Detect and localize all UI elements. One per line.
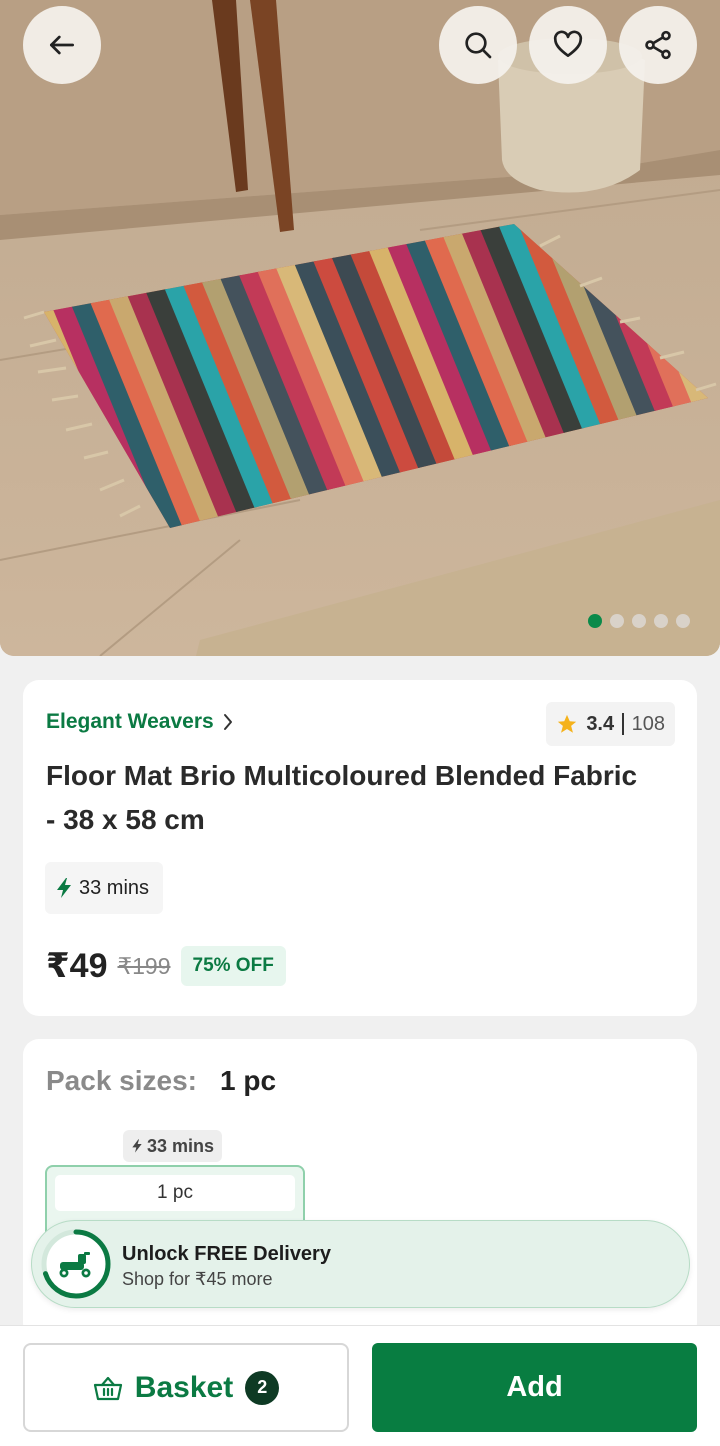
search-icon: [465, 32, 492, 59]
selling-price: ₹49: [46, 947, 108, 985]
basket-label: Basket: [134, 1370, 234, 1404]
price-row: ₹49 ₹199 75% OFF: [46, 946, 286, 986]
rating-count: 108: [631, 712, 665, 735]
pack-option-eta-text: 33 mins: [147, 1135, 215, 1156]
heart-icon: [553, 30, 583, 57]
delivery-eta-text: 33 mins: [79, 876, 150, 899]
wishlist-button[interactable]: [529, 6, 607, 84]
lightning-icon: [132, 1139, 142, 1153]
mrp-price: ₹199: [117, 952, 171, 979]
pack-option-size: 1 pc: [55, 1175, 295, 1211]
share-button[interactable]: [619, 6, 697, 84]
basket-icon: [93, 1376, 122, 1400]
free-delivery-banner[interactable]: Unlock FREE Delivery Shop for ₹45 more: [31, 1220, 690, 1308]
brand-name: Elegant Weavers: [46, 710, 214, 733]
share-icon: [645, 30, 671, 60]
discount-badge: 75% OFF: [180, 946, 286, 986]
rating-score: 3.4: [586, 712, 615, 735]
delivery-progress-ring: [41, 1229, 111, 1299]
free-delivery-title: Unlock FREE Delivery: [122, 1243, 331, 1265]
pack-sizes-selected: 1 pc: [220, 1065, 277, 1096]
rating-divider: [622, 713, 624, 735]
basket-button[interactable]: Basket 2: [23, 1343, 349, 1432]
basket-count-badge: 2: [245, 1370, 280, 1405]
lightning-icon: [57, 878, 71, 898]
gallery-dot[interactable]: [654, 614, 668, 628]
product-image: [0, 0, 720, 656]
arrow-left-icon: [50, 35, 74, 55]
product-title: Floor Mat Brio Multicoloured Blended Fab…: [46, 760, 638, 835]
gallery-dot[interactable]: [632, 614, 646, 628]
star-icon: [558, 714, 577, 733]
delivery-eta-chip: 33 mins: [45, 862, 164, 914]
search-button[interactable]: [439, 6, 517, 84]
pack-sizes-label: Pack sizes:: [46, 1065, 197, 1096]
add-to-basket-button[interactable]: Add: [372, 1343, 697, 1432]
back-button[interactable]: [23, 6, 101, 84]
gallery-dot[interactable]: [676, 614, 690, 628]
chevron-right-icon: [223, 714, 232, 730]
gallery-dot[interactable]: [588, 614, 602, 628]
rating-badge[interactable]: 3.4 108: [546, 702, 675, 746]
pack-option-eta: 33 mins: [123, 1130, 223, 1162]
brand-link[interactable]: Elegant Weavers: [46, 710, 234, 734]
free-delivery-subtitle: Shop for ₹45 more: [122, 1269, 273, 1289]
product-info-card: Elegant Weavers 3.4 108 Floor Mat Brio M…: [23, 680, 697, 1016]
gallery-dot[interactable]: [610, 614, 624, 628]
bottom-action-bar: Basket 2 Add: [0, 1325, 720, 1446]
gallery-pagination: [588, 614, 690, 628]
product-image-gallery[interactable]: [0, 0, 720, 656]
